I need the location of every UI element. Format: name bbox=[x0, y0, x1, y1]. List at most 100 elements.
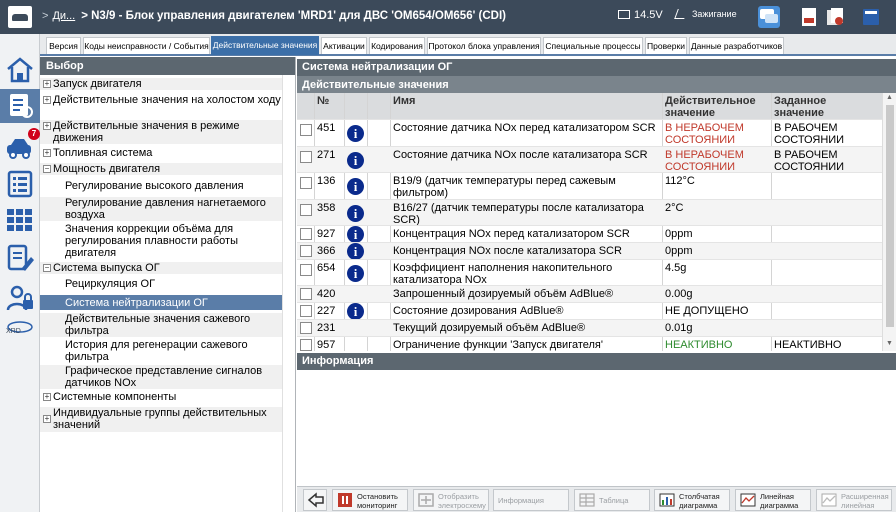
vehicle-faults-icon[interactable]: 7 bbox=[4, 128, 40, 164]
tab-bar: Версия Коды неисправности / События Дейс… bbox=[40, 34, 896, 56]
expand-icon[interactable]: + bbox=[43, 96, 51, 104]
back-button[interactable] bbox=[303, 489, 327, 511]
tab-control-unit-log[interactable]: Протокол блока управления bbox=[427, 37, 541, 54]
actual-values-icon[interactable] bbox=[0, 89, 40, 123]
info-icon[interactable]: i bbox=[347, 125, 364, 142]
row-checkbox[interactable] bbox=[300, 177, 312, 189]
vehicle-home-icon[interactable] bbox=[8, 6, 32, 28]
control-units-grid-icon[interactable] bbox=[4, 204, 36, 236]
info-icon[interactable]: i bbox=[347, 205, 364, 222]
column-target[interactable]: Заданное значение bbox=[774, 95, 864, 119]
tree-node[interactable]: + Запуск двигателя bbox=[40, 78, 282, 91]
row-checkbox[interactable] bbox=[300, 151, 312, 163]
table-row[interactable]: 451 i Состояние датчика NOx перед катали… bbox=[297, 119, 882, 146]
user-security-icon[interactable] bbox=[4, 282, 36, 314]
column-actual[interactable]: Действительное значение bbox=[665, 95, 765, 119]
tree-leaf[interactable]: История для регенерации сажевого фильтра bbox=[40, 339, 282, 364]
column-no[interactable]: № bbox=[317, 95, 329, 107]
tree-node[interactable]: − Мощность двигателя bbox=[40, 163, 282, 176]
expand-icon[interactable]: + bbox=[43, 80, 51, 88]
table-row[interactable]: 231 Текущий дозируемый объём AdBlue® 0.0… bbox=[297, 319, 882, 336]
tree-leaf[interactable]: Значения коррекции объёма для регулирова… bbox=[40, 223, 282, 260]
tree-leaf[interactable]: Регулирование давления нагнетаемого возд… bbox=[40, 197, 282, 222]
table-row[interactable]: 271 i Состояние датчика NOx после катали… bbox=[297, 146, 882, 173]
info-icon[interactable]: i bbox=[347, 152, 364, 169]
row-checkbox[interactable] bbox=[300, 339, 312, 351]
row-checkbox[interactable] bbox=[300, 305, 312, 317]
tab-codings[interactable]: Кодирования bbox=[369, 37, 425, 54]
table-row[interactable]: 366 i Концентрация NOx после катализатор… bbox=[297, 242, 882, 260]
row-checkbox[interactable] bbox=[300, 245, 312, 257]
tree-leaf[interactable]: Регулирование высокого давления bbox=[40, 180, 282, 193]
ignition-status: Зажигание bbox=[674, 9, 737, 19]
tab-special-procedures[interactable]: Специальные процессы bbox=[543, 37, 643, 54]
chat-icon[interactable] bbox=[758, 6, 780, 28]
tree-node[interactable]: + Действительные значения в режиме движен… bbox=[40, 120, 282, 145]
information-button[interactable]: Информация bbox=[493, 489, 569, 511]
row-checkbox[interactable] bbox=[300, 288, 312, 300]
tree-leaf[interactable]: Рециркуляция ОГ bbox=[40, 278, 282, 291]
show-wiring-diagram-button[interactable]: Отобразить электросхему bbox=[413, 489, 489, 511]
row-checkbox[interactable] bbox=[300, 264, 312, 276]
scroll-down-icon[interactable]: ▼ bbox=[886, 340, 893, 347]
tab-developer-data[interactable]: Данные разработчиков bbox=[689, 37, 784, 54]
row-checkbox[interactable] bbox=[300, 322, 312, 334]
row-name: Состояние дозирования AdBlue® bbox=[393, 305, 564, 317]
collapse-icon[interactable]: − bbox=[43, 264, 51, 272]
tab-tests[interactable]: Проверки bbox=[645, 37, 687, 54]
row-checkbox[interactable] bbox=[300, 124, 312, 136]
bar-chart-button[interactable]: Столбчатая диаграмма bbox=[654, 489, 730, 511]
row-no: 227 bbox=[317, 305, 336, 317]
list-icon[interactable] bbox=[4, 168, 36, 200]
tree-node[interactable]: − Система выпуска ОГ bbox=[40, 262, 282, 275]
extended-line-chart-button[interactable]: Расширенная линейная bbox=[816, 489, 892, 511]
table-view-button[interactable]: Таблица bbox=[574, 489, 650, 511]
scroll-thumb[interactable] bbox=[886, 105, 894, 327]
tab-version[interactable]: Версия bbox=[46, 37, 81, 54]
table-scrollbar[interactable]: ▲ ▼ bbox=[882, 93, 896, 351]
tree-node[interactable]: + Топливная система bbox=[40, 147, 282, 160]
scroll-up-icon[interactable]: ▲ bbox=[886, 94, 893, 101]
table-row[interactable]: 927 i Концентрация NOx перед катализатор… bbox=[297, 225, 882, 243]
tab-activations[interactable]: Активации bbox=[321, 37, 367, 54]
expand-icon[interactable]: + bbox=[43, 415, 51, 423]
table-row[interactable]: 654 i Коэффициент наполнения накопительн… bbox=[297, 259, 882, 286]
info-icon[interactable]: i bbox=[347, 226, 364, 243]
home-icon[interactable] bbox=[4, 54, 36, 86]
tree-node[interactable]: + Действительные значения на холостом ход… bbox=[40, 94, 282, 119]
breadcrumb-link[interactable]: Ди... bbox=[52, 10, 75, 22]
expand-icon[interactable]: + bbox=[43, 393, 51, 401]
line-chart-button[interactable]: Линейная диаграмма bbox=[735, 489, 811, 511]
documents-icon[interactable] bbox=[824, 6, 846, 28]
manual-book-icon[interactable] bbox=[860, 6, 882, 28]
row-name: B19/9 (датчик температуры перед сажевым … bbox=[393, 175, 616, 199]
tree-leaf[interactable]: Действительные значения сажевого фильтра bbox=[40, 313, 282, 338]
row-name: B16/27 (датчик температуры после катализ… bbox=[393, 202, 644, 226]
pdf-icon[interactable] bbox=[798, 6, 820, 28]
column-name[interactable]: Имя bbox=[393, 95, 415, 107]
tree-node[interactable]: + Индивидуальные группы действительных зн… bbox=[40, 407, 282, 433]
tab-fault-codes[interactable]: Коды неисправности / События bbox=[83, 37, 210, 54]
tree-node[interactable]: + Системные компоненты bbox=[40, 391, 282, 404]
tree-leaf-selected[interactable]: Система нейтрализации ОГ bbox=[40, 295, 282, 311]
info-icon[interactable]: i bbox=[347, 303, 364, 320]
table-row[interactable]: 420 Запрошенный дозируемый объём AdBlue®… bbox=[297, 285, 882, 302]
collapse-icon[interactable]: − bbox=[43, 165, 51, 173]
info-icon[interactable]: i bbox=[347, 178, 364, 195]
tab-actual-values[interactable]: Действительные значения bbox=[211, 36, 319, 55]
table-row[interactable]: 957 Ограничение функции 'Запуск двигател… bbox=[297, 336, 882, 351]
row-checkbox[interactable] bbox=[300, 204, 312, 216]
row-no: 136 bbox=[317, 175, 336, 187]
table-row[interactable]: 136 i B19/9 (датчик температуры перед са… bbox=[297, 172, 882, 199]
info-icon[interactable]: i bbox=[347, 243, 364, 260]
expand-icon[interactable]: + bbox=[43, 122, 51, 130]
table-row[interactable]: 358 i B16/27 (датчик температуры после к… bbox=[297, 199, 882, 226]
info-icon[interactable]: i bbox=[347, 265, 364, 282]
row-checkbox[interactable] bbox=[300, 228, 312, 240]
edit-document-icon[interactable] bbox=[4, 242, 36, 274]
table-row[interactable]: 227 i Состояние дозирования AdBlue® НЕ Д… bbox=[297, 302, 882, 320]
tree-scrollbar[interactable] bbox=[282, 75, 295, 512]
stop-monitoring-button[interactable]: Остановить мониторинг bbox=[332, 489, 408, 511]
expand-icon[interactable]: + bbox=[43, 149, 51, 157]
tree-leaf[interactable]: Графическое представление сигналов датчи… bbox=[40, 365, 282, 390]
